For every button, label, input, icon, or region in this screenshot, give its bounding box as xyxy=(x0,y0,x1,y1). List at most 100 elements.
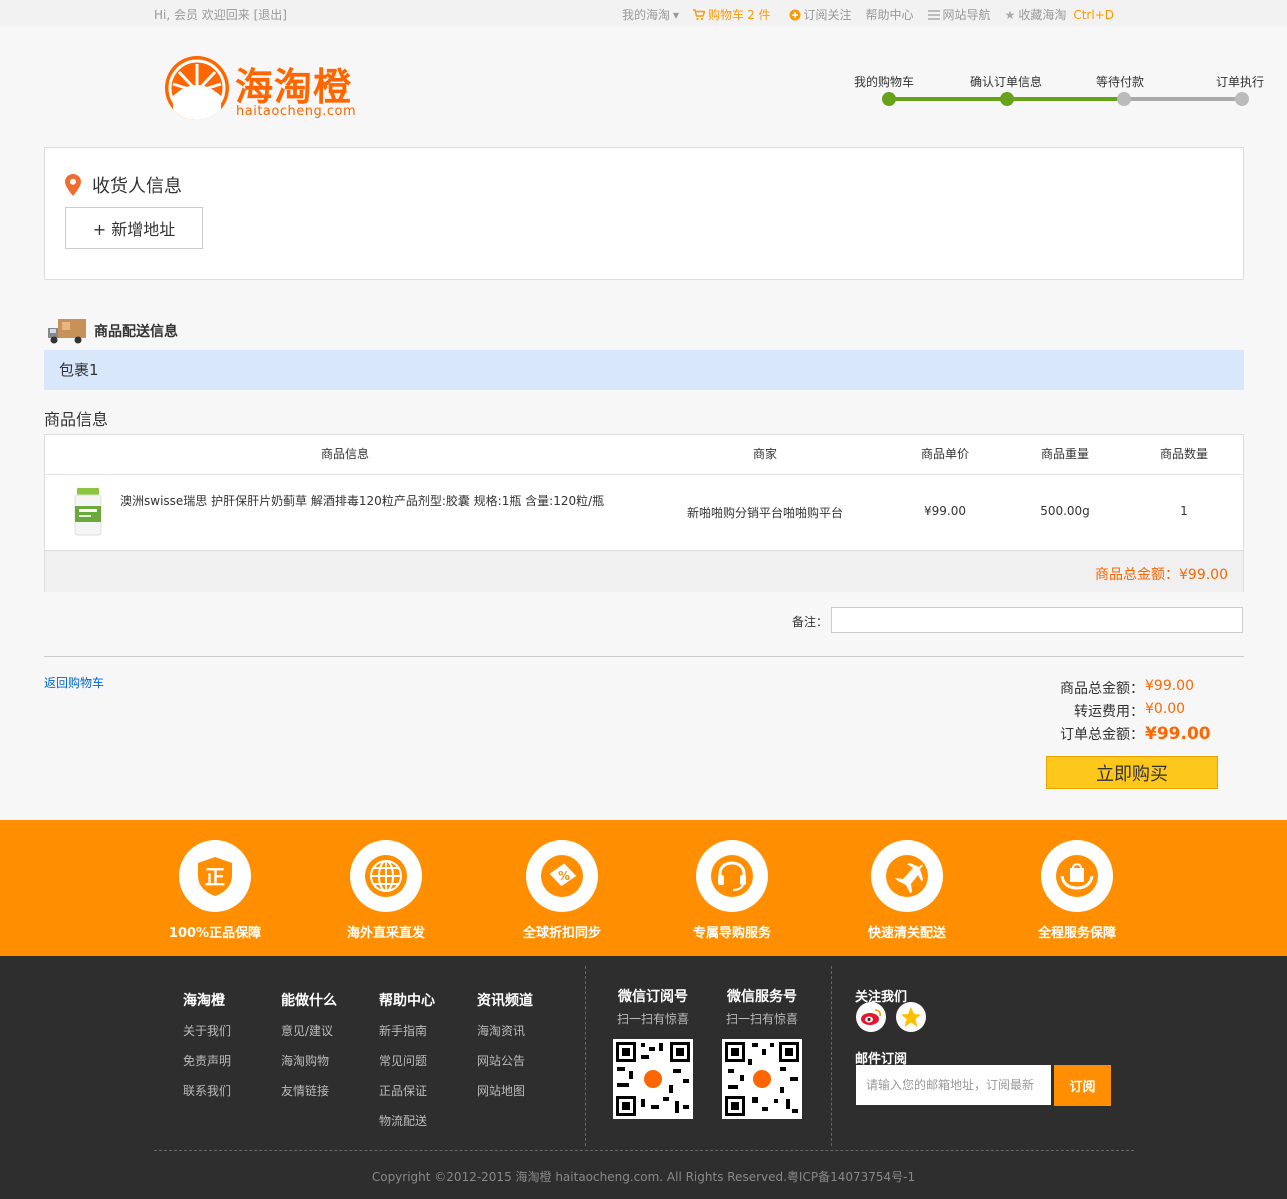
product-image[interactable] xyxy=(73,488,103,538)
svg-text:正: 正 xyxy=(205,865,225,889)
service-label: 全球折扣同步 xyxy=(522,926,601,941)
product-name-link[interactable]: 澳洲swisse瑞思 护肝保肝片奶蓟草 解酒排毒120粒产品剂型:胶囊 规格:1… xyxy=(120,492,604,509)
plus-circle-icon xyxy=(789,9,801,20)
address-panel: 收货人信息 + 新增地址 xyxy=(44,147,1244,280)
list-icon xyxy=(927,9,940,20)
footer-link[interactable]: 海淘资讯 xyxy=(477,1022,533,1052)
remark-label: 备注： xyxy=(792,615,829,629)
service-band: 正 100%正品保障 海外直采直发 % 全球折扣同步 专属导购服务 快速清关配送… xyxy=(0,820,1287,956)
footer-link[interactable]: 网站地图 xyxy=(477,1082,533,1112)
footer-column-title: 帮助中心 xyxy=(379,993,435,1009)
goods-total-value: ¥99.00 xyxy=(1145,678,1194,694)
order-total-value: ¥99.00 xyxy=(1145,724,1211,744)
service-assurance: 全程服务保障 xyxy=(1007,840,1147,941)
address-heading: 收货人信息 xyxy=(92,176,182,197)
site-nav-link[interactable]: 网站导航 xyxy=(927,6,991,23)
cart-label: 购物车 xyxy=(708,8,745,22)
shipping-fee-label: 转运费用： xyxy=(1074,704,1144,720)
delivery-truck-icon xyxy=(48,319,86,344)
favorite-link[interactable]: ★ 收藏海淘 Ctrl+D xyxy=(1005,6,1114,23)
footer-link[interactable]: 联系我们 xyxy=(183,1082,231,1112)
footer-link[interactable]: 物流配送 xyxy=(379,1112,435,1142)
footer-column-title: 能做什么 xyxy=(281,993,337,1009)
goods-heading: 商品信息 xyxy=(44,410,109,429)
qr-subtitle: 扫一扫有惊喜 xyxy=(725,1012,798,1026)
goods-total-label: 商品总金额： xyxy=(1060,681,1144,697)
mail-subscribe-button[interactable]: 订阅 xyxy=(1054,1065,1111,1106)
site-nav-label: 网站导航 xyxy=(942,8,991,22)
qr-title: 微信订阅号 xyxy=(618,989,688,1005)
cart-link[interactable]: 购物车 2 件 xyxy=(693,6,771,23)
shipping-fee-row: 转运费用： ¥0.00 xyxy=(1040,701,1240,724)
footer-link[interactable]: 网站公告 xyxy=(477,1052,533,1082)
qr-code-image xyxy=(722,1039,802,1119)
step-label-payment: 等待付款 xyxy=(1096,75,1145,89)
top-bar: Hi, 会员 欢迎回来 [退出] 我的海淘 ▾ 购物车 2 件 订阅关注 帮助中心 … xyxy=(0,0,1287,26)
step-dot-execute xyxy=(1235,92,1249,106)
shipping-heading: 商品配送信息 xyxy=(46,316,178,346)
subscribe-link[interactable]: 订阅关注 xyxy=(789,6,852,23)
footer-column-help: 帮助中心 新手指南 常见问题 正品保证 物流配送 xyxy=(379,990,435,1142)
footer-link[interactable]: 关于我们 xyxy=(183,1022,231,1052)
hand-bag-icon xyxy=(1041,840,1113,912)
service-genuine: 正 100%正品保障 xyxy=(145,840,285,941)
service-label: 海外直采直发 xyxy=(346,926,425,941)
cart-count: 2 件 xyxy=(747,8,771,22)
weibo-icon[interactable] xyxy=(856,1002,886,1032)
qr-subtitle: 扫一扫有惊喜 xyxy=(616,1012,689,1026)
location-pin-icon xyxy=(65,174,81,196)
greeting-text[interactable]: Hi, 会员 欢迎回来 [退出] xyxy=(154,6,287,23)
product-weight: 500.00g xyxy=(1040,504,1090,518)
table-header-divider xyxy=(45,474,1243,475)
footer-link[interactable]: 友情链接 xyxy=(281,1082,337,1112)
shipping-heading-text: 商品配送信息 xyxy=(94,324,178,340)
progress-line-pending xyxy=(1124,97,1242,101)
add-address-button[interactable]: + 新增地址 xyxy=(65,207,203,249)
step-label-execute: 订单执行 xyxy=(1216,75,1265,89)
order-progress: 我的购物车 确认订单信息 等待付款 订单执行 xyxy=(850,72,1270,112)
star-icon: ★ xyxy=(1004,7,1016,22)
wechat-subscription-qr: 微信订阅号 扫一扫有惊喜 xyxy=(608,986,698,1122)
service-discount: % 全球折扣同步 xyxy=(492,840,632,941)
step-dot-payment xyxy=(1117,92,1131,106)
logo-title: 海淘橙 xyxy=(235,65,353,109)
service-overseas: 海外直采直发 xyxy=(316,840,456,941)
footer-column-haitaocheng: 海淘橙 关于我们 免责声明 联系我们 xyxy=(183,990,231,1112)
footer-bottom-divider xyxy=(154,1150,1134,1151)
footer-link[interactable]: 意见/建议 xyxy=(281,1022,337,1052)
favorite-shortcut: Ctrl+D xyxy=(1073,7,1114,22)
help-link[interactable]: 帮助中心 xyxy=(866,6,914,23)
column-header-merchant: 商家 xyxy=(752,447,777,461)
discount-tag-icon: % xyxy=(526,840,598,912)
buy-now-button[interactable]: 立即购买 xyxy=(1046,756,1218,789)
footer-column-title: 海淘橙 xyxy=(183,993,225,1009)
column-header-quantity: 商品数量 xyxy=(1159,447,1208,461)
subtotal-row: 商品总金额：¥99.00 xyxy=(45,550,1243,592)
footer-link[interactable]: 正品保证 xyxy=(379,1082,435,1112)
service-label: 专属导购服务 xyxy=(692,926,771,941)
back-to-cart-link[interactable]: 返回购物车 xyxy=(44,674,104,691)
site-logo[interactable]: 海淘橙 haitaocheng.com xyxy=(163,52,368,122)
qzone-star-icon[interactable] xyxy=(896,1002,926,1032)
footer-link[interactable]: 常见问题 xyxy=(379,1052,435,1082)
service-label: 100%正品保障 xyxy=(168,926,262,941)
footer-link[interactable]: 新手指南 xyxy=(379,1022,435,1052)
wechat-service-qr: 微信服务号 扫一扫有惊喜 xyxy=(717,986,807,1122)
shield-icon: 正 xyxy=(179,840,251,912)
footer-divider xyxy=(585,966,586,1146)
footer-link[interactable]: 免责声明 xyxy=(183,1052,231,1082)
footer-link[interactable]: 海淘购物 xyxy=(281,1052,337,1082)
favorite-label: 收藏海淘 xyxy=(1018,8,1067,22)
step-dot-cart xyxy=(882,92,896,106)
column-header-product: 商品信息 xyxy=(320,447,369,461)
copyright-text: Copyright ©2012-2015 海淘橙 haitaocheng.com… xyxy=(371,1170,916,1184)
product-price: ¥99.00 xyxy=(924,504,966,518)
email-field[interactable]: 请输入您的邮箱地址，订阅最新 xyxy=(856,1065,1051,1105)
logo-orange-icon xyxy=(165,56,229,120)
cart-icon xyxy=(693,8,706,20)
remark-input[interactable] xyxy=(831,607,1243,633)
caret-down-icon: ▾ xyxy=(673,7,680,22)
my-haitao-menu[interactable]: 我的海淘 ▾ xyxy=(622,6,679,23)
order-total-label: 订单总金额： xyxy=(1060,727,1144,743)
shipping-fee-value: ¥0.00 xyxy=(1145,701,1186,717)
